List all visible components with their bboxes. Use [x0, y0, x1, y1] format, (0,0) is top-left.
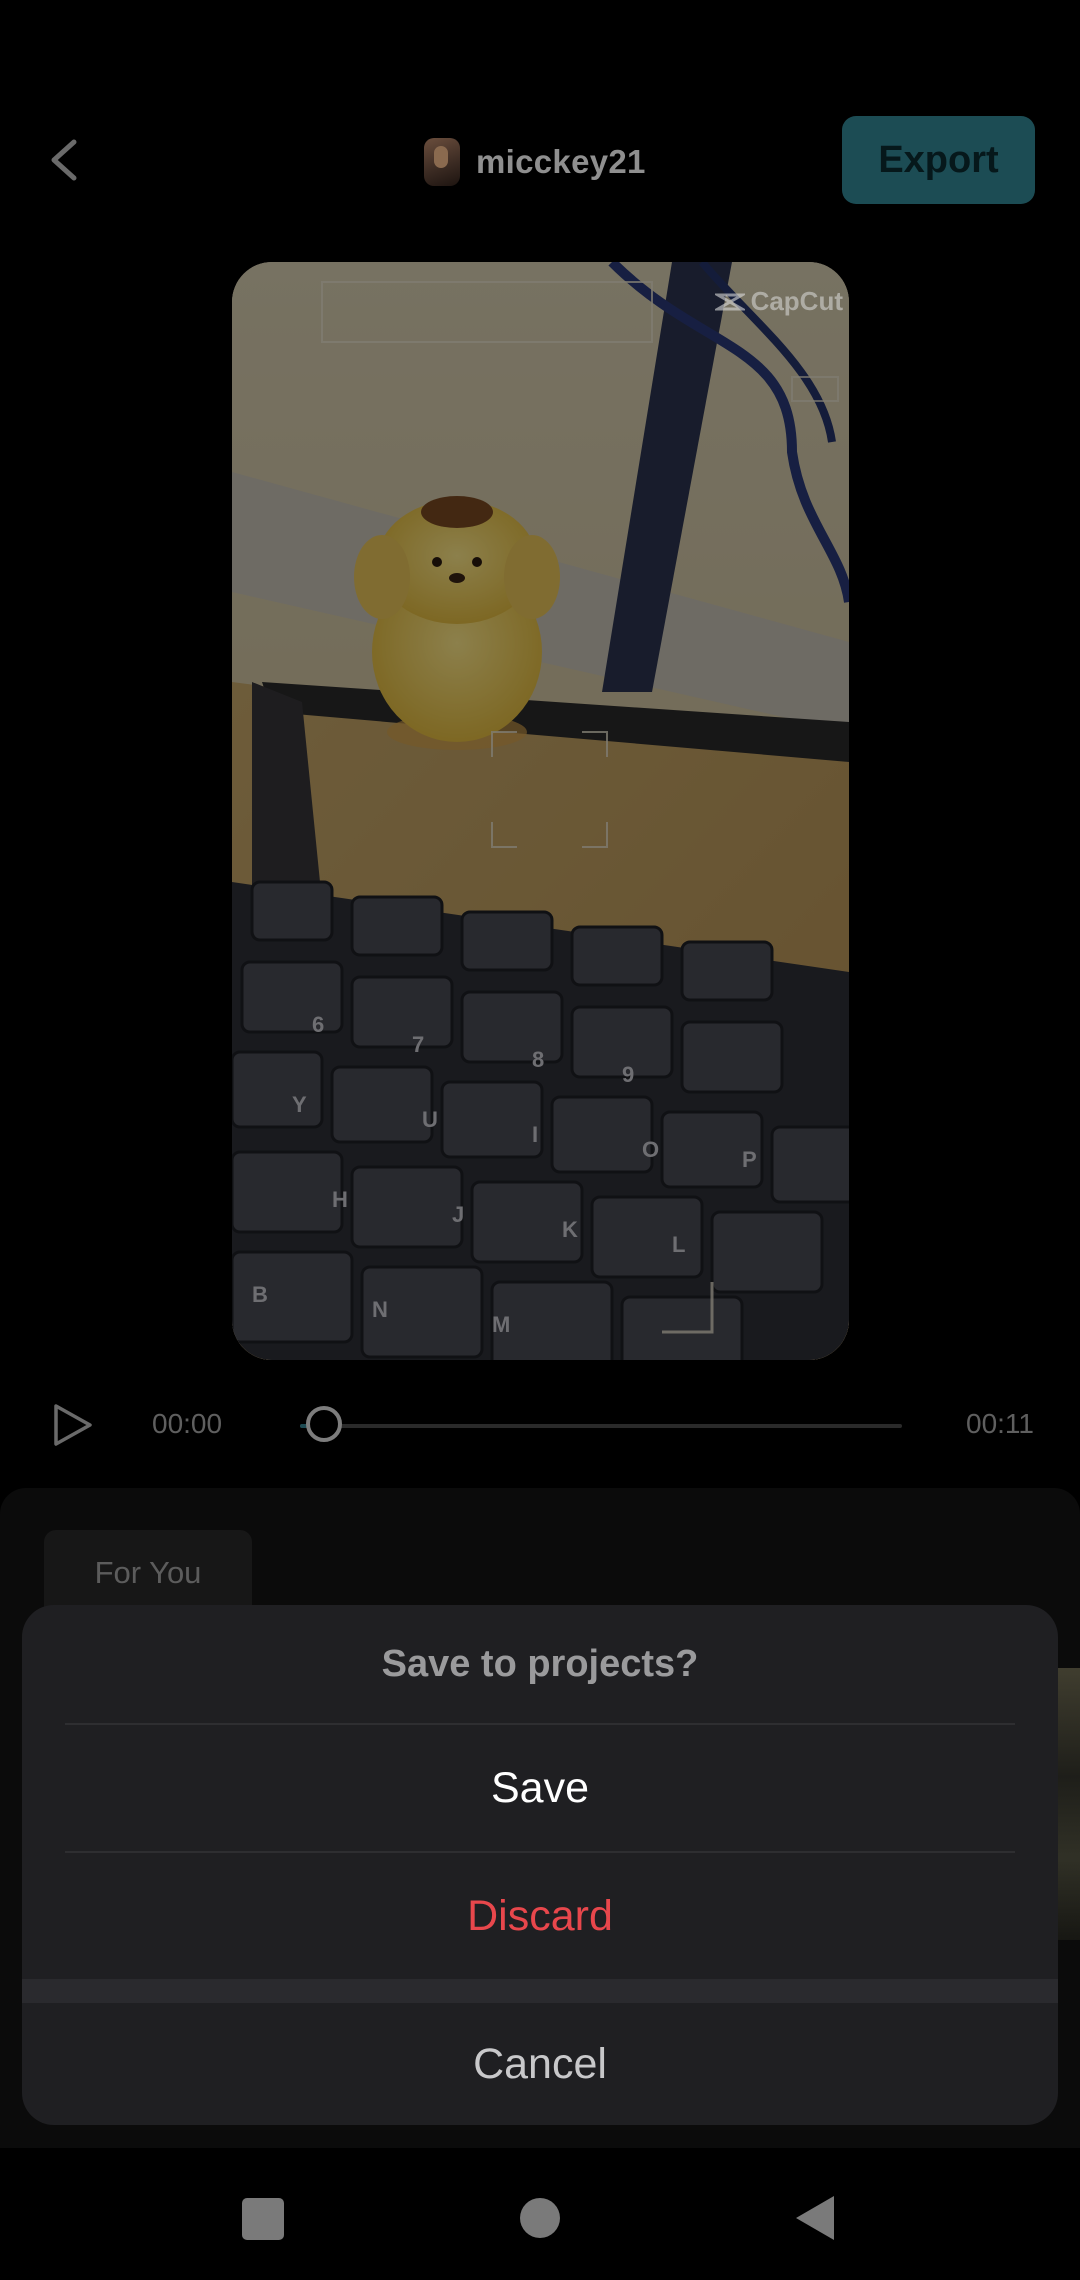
- current-time: 00:00: [152, 1408, 223, 1439]
- save-dialog: Save to projects? Save Discard Cancel: [22, 1605, 1058, 2125]
- system-nav-bar: [0, 2148, 1080, 2280]
- back-button[interactable]: [38, 124, 94, 196]
- triangle-back-icon: [796, 2196, 834, 2240]
- export-button[interactable]: Export: [842, 116, 1035, 204]
- save-button[interactable]: Save: [22, 1725, 1058, 1851]
- user-chip: micckey21: [424, 134, 646, 190]
- play-icon: [54, 1404, 92, 1446]
- seek-thumb[interactable]: [306, 1406, 343, 1442]
- template-thumbnail[interactable]: [1058, 1668, 1080, 1940]
- playback-bar: 00:00 00:11: [0, 1390, 1080, 1460]
- recents-button[interactable]: [242, 2198, 284, 2240]
- discard-button[interactable]: Discard: [22, 1853, 1058, 1979]
- username: micckey21: [476, 143, 646, 180]
- tab-for-you[interactable]: For You: [44, 1530, 252, 1616]
- play-button[interactable]: [50, 1402, 96, 1448]
- capcut-logo-icon: [714, 293, 745, 310]
- total-time: 00:11: [966, 1408, 1034, 1439]
- dialog-separator: [22, 1979, 1058, 2003]
- screen: micckey21 Export 6 7 8 9 Y U I O P H J K…: [0, 0, 1080, 2280]
- avatar: [424, 138, 460, 186]
- capcut-watermark: CapCut: [714, 286, 843, 317]
- system-back-button[interactable]: [794, 2194, 836, 2242]
- watermark-text: CapCut: [750, 286, 843, 316]
- seek-bar[interactable]: [300, 1406, 902, 1442]
- home-button[interactable]: [520, 2198, 560, 2238]
- top-bar: micckey21 Export: [0, 0, 1080, 230]
- video-preview[interactable]: 6 7 8 9 Y U I O P H J K L B N M CapCut: [232, 262, 849, 1360]
- video-dim-overlay: [232, 262, 849, 1360]
- cancel-button[interactable]: Cancel: [22, 2003, 1058, 2125]
- dialog-title: Save to projects?: [381, 1642, 699, 1685]
- chevron-left-icon: [51, 139, 77, 181]
